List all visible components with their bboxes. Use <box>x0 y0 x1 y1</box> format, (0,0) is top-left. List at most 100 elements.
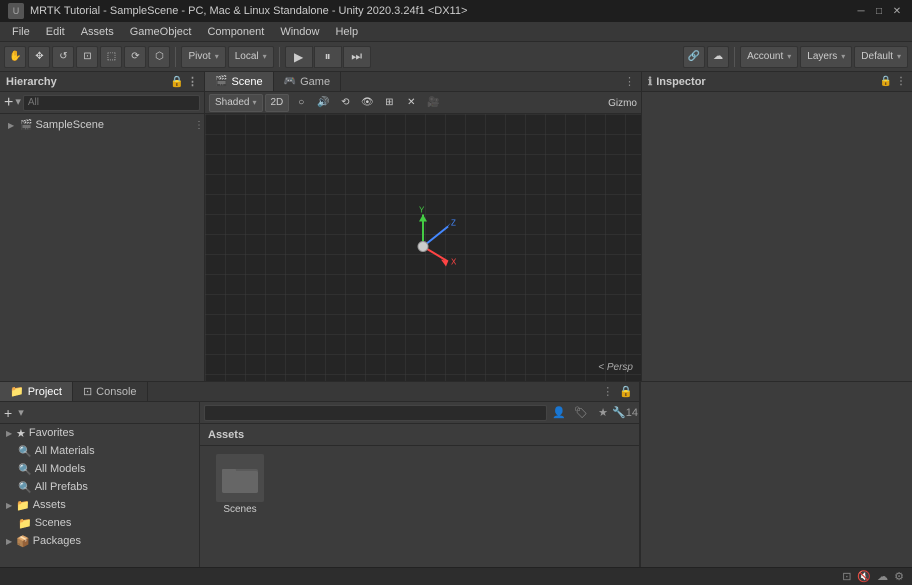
hierarchy-more-icon[interactable]: ⋮ <box>187 75 198 88</box>
tool-hand[interactable]: ✋ <box>4 46 26 68</box>
step-button[interactable]: ⏭ <box>343 46 371 68</box>
pivot-dropdown[interactable]: Pivot ▾ <box>181 46 225 68</box>
scene-persp-label: < Persp <box>598 362 633 373</box>
window-controls: ─ □ ✕ <box>854 4 904 18</box>
tab-project[interactable]: 📁 Project <box>0 382 73 401</box>
project-add-btn[interactable]: + <box>4 405 12 421</box>
project-tab-icon: 📁 <box>10 385 24 398</box>
maximize-button[interactable]: □ <box>872 4 886 18</box>
layers-dropdown[interactable]: Layers ▾ <box>800 46 852 68</box>
twod-btn[interactable]: 2D <box>265 94 290 112</box>
scene-panel: 🎬 Scene 🎮 Game ⋮ Shaded ▾ 2D ○ 🔊 <box>205 72 642 381</box>
menu-window[interactable]: Window <box>272 24 327 40</box>
scene-lighting-btn[interactable]: ○ <box>291 94 311 112</box>
shading-arrow: ▾ <box>252 98 256 107</box>
menu-help[interactable]: Help <box>327 24 366 40</box>
console-tab-icon: ⊡ <box>83 385 92 398</box>
status-icon-1[interactable]: ⊡ <box>842 570 851 583</box>
assets-search-input[interactable] <box>204 405 547 421</box>
asset-item-scenes[interactable]: Scenes <box>208 454 272 515</box>
assets-filter-tag[interactable]: 🏷 <box>571 404 591 422</box>
minimize-button[interactable]: ─ <box>854 4 868 18</box>
tree-item-all-materials[interactable]: 🔍 All Materials <box>0 442 199 460</box>
assets-filter-star[interactable]: ★ <box>593 404 613 422</box>
scene-fx-btn[interactable]: ⟲ <box>335 94 355 112</box>
tree-item-scenes[interactable]: 📁 Scenes <box>0 514 199 532</box>
sep3 <box>734 47 735 67</box>
hierarchy-title: Hierarchy <box>6 76 57 88</box>
pause-button[interactable]: ⏸ <box>314 46 342 68</box>
project-panel-more[interactable]: ⋮ <box>602 385 619 398</box>
status-icon-2[interactable]: 🔇 <box>857 570 871 583</box>
shading-dropdown[interactable]: Shaded ▾ <box>209 94 263 112</box>
inspector-more-icon[interactable]: ⋮ <box>896 76 906 87</box>
asset-thumb-scenes <box>216 454 264 502</box>
assets-content: Scenes <box>200 446 639 573</box>
scene-x-btn[interactable]: ✕ <box>401 94 421 112</box>
tree-item-all-models[interactable]: 🔍 All Models <box>0 460 199 478</box>
menu-file[interactable]: File <box>4 24 38 40</box>
play-button[interactable]: ▶ <box>285 46 313 68</box>
all-prefabs-icon: 🔍 <box>18 481 32 494</box>
account-dropdown[interactable]: Account ▾ <box>740 46 798 68</box>
hierarchy-item-more[interactable]: ⋮ <box>194 120 204 131</box>
menu-edit[interactable]: Edit <box>38 24 73 40</box>
project-panel: 📁 Project ⊡ Console ⋮ 🔒 + ▾ <box>0 382 640 585</box>
close-button[interactable]: ✕ <box>890 4 904 18</box>
tree-arrow-assets: ▶ <box>6 501 16 510</box>
tool-transform[interactable]: ⟳ <box>124 46 146 68</box>
scene-vis-btn[interactable]: 👁 <box>357 94 377 112</box>
top-row: Hierarchy 🔒 ⋮ + ▾ ▶ 🎬 SampleScene ⋮ <box>0 72 912 382</box>
scene-icon: 🎬 <box>20 120 32 131</box>
assets-filter-count[interactable]: 🔧 14 <box>615 404 635 422</box>
scene-tab-icon: 🎬 <box>215 76 227 87</box>
status-icon-4[interactable]: ⚙ <box>894 570 904 583</box>
menu-assets[interactable]: Assets <box>73 24 122 40</box>
hierarchy-search-input[interactable] <box>23 95 200 111</box>
menu-component[interactable]: Component <box>199 24 272 40</box>
tab-game[interactable]: 🎮 Game <box>274 72 341 91</box>
default-label: Default <box>861 51 893 62</box>
project-assets: 👤 🏷 ★ 🔧 14 Assets <box>200 402 639 585</box>
tab-console[interactable]: ⊡ Console <box>73 382 148 401</box>
tree-label-all-materials: All Materials <box>35 445 95 457</box>
scene-grid[interactable]: Z X Y < Persp <box>205 114 641 381</box>
tool-rotate[interactable]: ↺ <box>52 46 74 68</box>
hierarchy-item-samplescene[interactable]: ▶ 🎬 SampleScene ⋮ <box>0 116 204 134</box>
local-dropdown[interactable]: Local ▾ <box>228 46 274 68</box>
tree-item-packages[interactable]: ▶ 📦 Packages <box>0 532 199 550</box>
project-lock-icon[interactable]: 🔒 <box>619 385 639 398</box>
status-icons: ⊡ 🔇 ☁ ⚙ <box>842 570 904 583</box>
tool-scale[interactable]: ⊡ <box>76 46 98 68</box>
project-tree: + ▾ ▶ ★ Favorites 🔍 All Materials 🔍 <box>0 402 200 585</box>
scene-audio-btn[interactable]: 🔊 <box>313 94 333 112</box>
scene-panel-more[interactable]: ⋮ <box>624 75 641 88</box>
default-dropdown[interactable]: Default ▾ <box>854 46 908 68</box>
tab-scene[interactable]: 🎬 Scene <box>205 72 274 91</box>
tool-custom[interactable]: ⬡ <box>148 46 170 68</box>
tool-move[interactable]: ✥ <box>28 46 50 68</box>
tree-item-assets[interactable]: ▶ 📁 Assets <box>0 496 199 514</box>
assets-filter-people[interactable]: 👤 <box>549 404 569 422</box>
hierarchy-item-label: SampleScene <box>35 119 104 131</box>
project-tabs-bar: 📁 Project ⊡ Console ⋮ 🔒 <box>0 382 639 402</box>
menu-gameobject[interactable]: GameObject <box>122 24 200 40</box>
inspector-title: Inspector <box>656 76 706 88</box>
tree-item-all-prefabs[interactable]: 🔍 All Prefabs <box>0 478 199 496</box>
default-arrow: ▾ <box>897 52 901 61</box>
project-add-arrow[interactable]: ▾ <box>18 406 24 419</box>
cloud-button[interactable]: ☁ <box>707 46 729 68</box>
tool-rect[interactable]: ⬚ <box>100 46 122 68</box>
tree-item-favorites[interactable]: ▶ ★ Favorites <box>0 424 199 442</box>
inspector-lock-icon[interactable]: 🔒 <box>880 76 892 87</box>
scene-cam-btn[interactable]: 🎥 <box>423 94 443 112</box>
scene-grid-btn[interactable]: ⊞ <box>379 94 399 112</box>
hierarchy-lock-icon[interactable]: 🔒 <box>170 75 184 88</box>
status-icon-3[interactable]: ☁ <box>877 570 888 583</box>
hierarchy-header: Hierarchy 🔒 ⋮ <box>0 72 204 92</box>
hierarchy-add-arrow[interactable]: ▾ <box>15 97 21 108</box>
inspector-panel: ℹ Inspector 🔒 ⋮ <box>642 72 912 381</box>
collab-button[interactable]: 🔗 <box>683 46 705 68</box>
hierarchy-add-btn[interactable]: + <box>4 95 13 111</box>
layers-arrow: ▾ <box>841 52 845 61</box>
